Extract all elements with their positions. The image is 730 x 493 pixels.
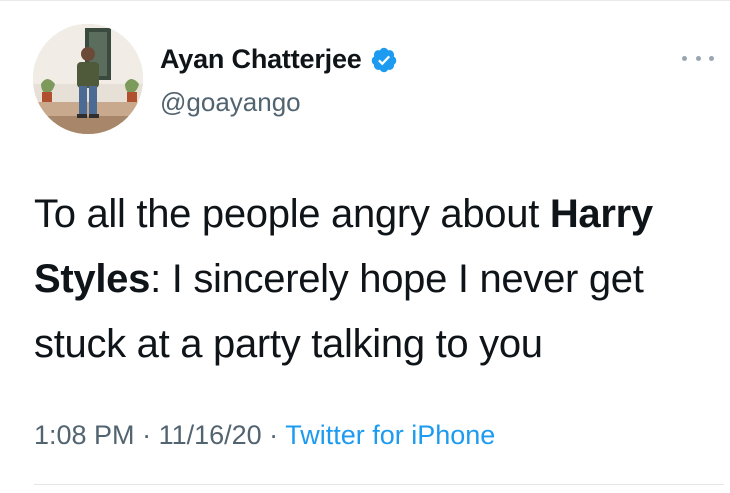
avatar[interactable] [33,24,143,134]
tweet-time[interactable]: 1:08 PM [34,420,135,450]
meta-separator: · [134,420,159,450]
tweet-text-part: To all the people angry about [34,192,550,236]
author-name-row[interactable]: Ayan Chatterjee [160,44,398,75]
more-dot [682,55,687,61]
tweet-text: To all the people angry about Harry Styl… [34,182,724,377]
top-divider [0,0,730,1]
more-options-icon[interactable] [682,50,714,66]
meta-separator: · [261,420,286,450]
author-handle[interactable]: @goayango [160,87,301,118]
author-display-name[interactable]: Ayan Chatterjee [160,44,362,75]
tweet-date[interactable]: 11/16/20 [159,420,262,450]
more-dot [709,55,714,61]
tweet-card: Ayan Chatterjee @goayango To all the peo… [0,0,730,493]
more-dot [695,55,701,61]
bottom-divider [34,484,724,485]
tweet-source-link[interactable]: Twitter for iPhone [285,420,495,450]
avatar-photo [33,24,143,134]
verified-badge-icon [370,46,398,74]
tweet-meta: 1:08 PM · 11/16/20 · Twitter for iPhone [34,420,495,451]
